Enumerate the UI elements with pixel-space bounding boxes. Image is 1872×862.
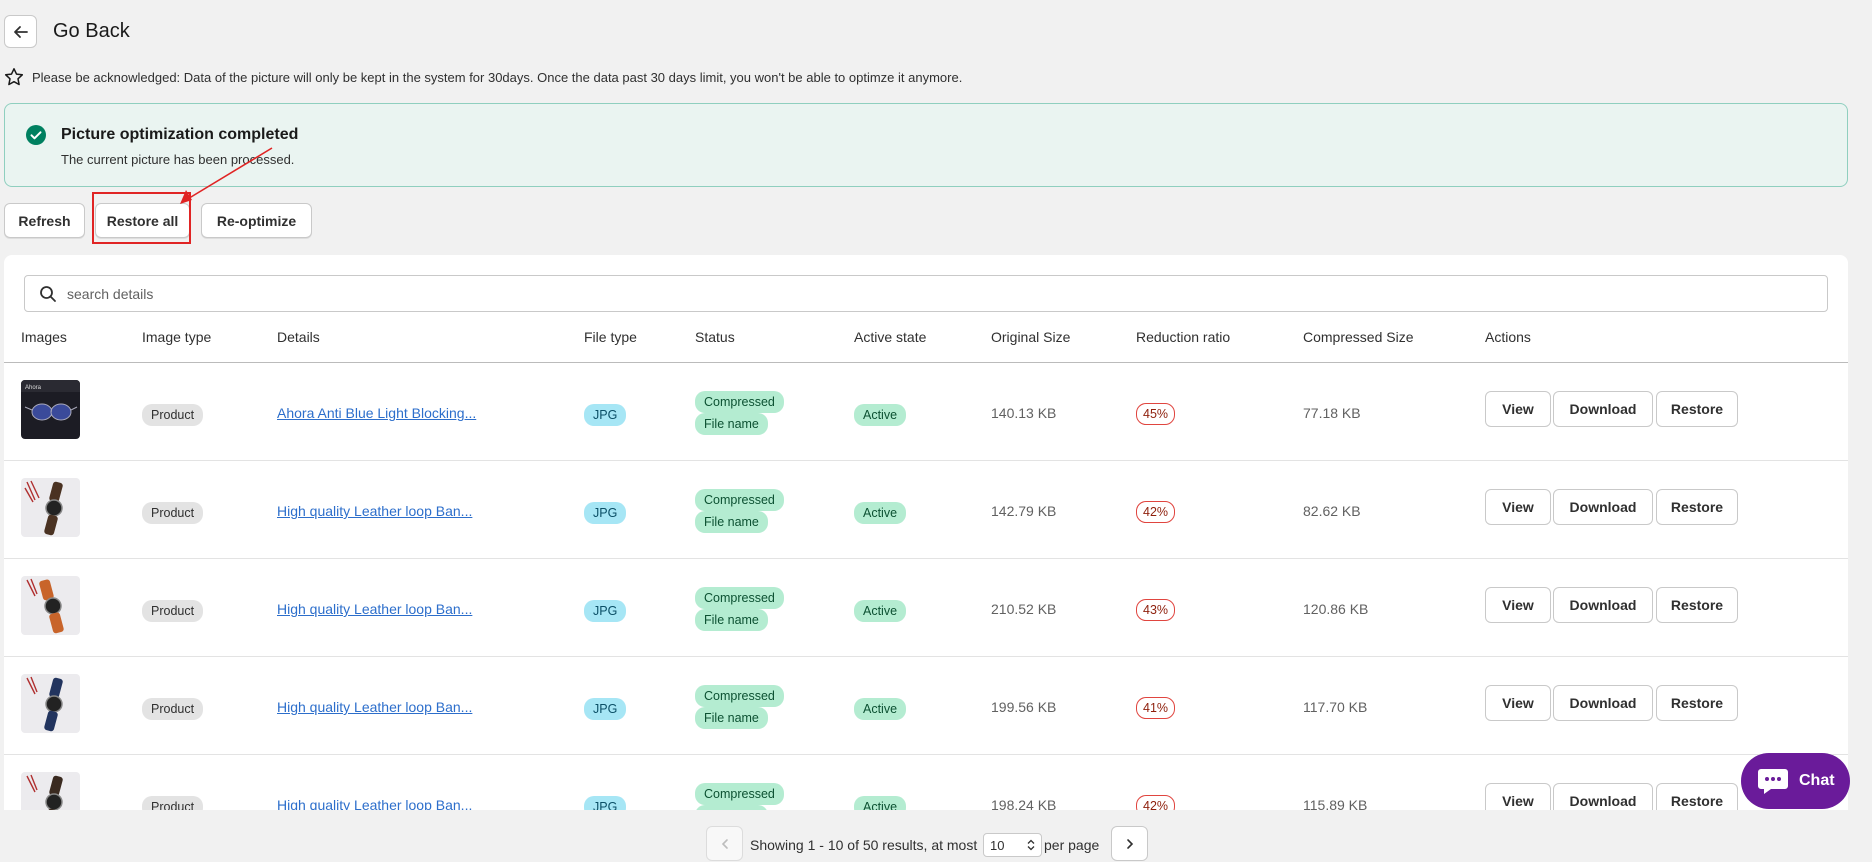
refresh-button[interactable]: Refresh [4, 203, 85, 238]
active-state-badge: Active [854, 698, 907, 720]
table-row: Ahora Product Ahora Anti Blue Light Blocki… [4, 363, 1848, 461]
chevron-right-icon [1126, 838, 1133, 849]
svg-text:Ahora: Ahora [25, 385, 42, 391]
col-header-compressed-size: Compressed Size [1303, 329, 1414, 345]
compressed-size: 82.62 KB [1303, 503, 1361, 519]
file-type-badge: JPG [584, 502, 627, 524]
col-header-details: Details [277, 329, 320, 345]
file-type-badge: JPG [584, 404, 627, 426]
details-link[interactable]: High quality Leather loop Ban... [277, 503, 472, 519]
star-icon[interactable] [4, 67, 24, 87]
download-button[interactable]: Download [1553, 685, 1653, 721]
reduction-ratio-badge: 43% [1136, 599, 1176, 621]
chevron-left-icon [721, 838, 728, 849]
pagination: Showing 1 - 10 of 50 results, at most 10… [4, 810, 1848, 862]
status-badge: Compressed [695, 587, 784, 609]
col-header-file-type: File type [584, 329, 637, 345]
status-badge: File name [695, 707, 768, 729]
annotation-arrow-icon [180, 147, 273, 204]
table-row: Product High quality Leather loop Ban... J… [4, 461, 1848, 559]
per-page-value: 10 [990, 837, 1005, 853]
pagination-summary: Showing 1 - 10 of 50 results, at most [750, 837, 978, 853]
search-icon [40, 285, 56, 302]
chat-bubble-icon [1758, 769, 1788, 794]
prev-page-button[interactable] [706, 826, 743, 861]
next-page-button[interactable] [1111, 826, 1148, 861]
search-placeholder: search details [67, 285, 154, 302]
image-type-badge: Product [142, 600, 204, 622]
restore-button[interactable]: Restore [1656, 489, 1738, 525]
status-badge: File name [695, 511, 768, 533]
reduction-ratio-badge: 42% [1136, 501, 1176, 523]
col-header-images: Images [21, 329, 67, 345]
product-thumbnail[interactable]: Ahora [21, 380, 80, 439]
original-size: 142.79 KB [991, 503, 1057, 519]
col-header-actions: Actions [1485, 329, 1531, 345]
file-type-badge: JPG [584, 698, 627, 720]
active-state-badge: Active [854, 600, 907, 622]
status-badge: Compressed [695, 783, 784, 805]
success-banner: Picture optimization completed The curre… [4, 103, 1848, 187]
reduction-ratio-badge: 41% [1136, 697, 1176, 719]
page-title: Go Back [53, 20, 130, 42]
status-badge: Compressed [695, 685, 784, 707]
arrow-left-icon [13, 25, 28, 38]
download-button[interactable]: Download [1553, 489, 1653, 525]
chat-label: Chat [1799, 772, 1835, 789]
compressed-size: 120.86 KB [1303, 601, 1369, 617]
product-thumbnail[interactable] [21, 674, 80, 733]
status-badge: File name [695, 609, 768, 631]
view-button[interactable]: View [1485, 489, 1551, 525]
col-header-active-state: Active state [854, 329, 927, 345]
download-button[interactable]: Download [1553, 587, 1653, 623]
select-arrows-icon [1027, 839, 1035, 851]
product-thumbnail[interactable] [21, 576, 80, 635]
details-link[interactable]: High quality Leather loop Ban... [277, 699, 472, 715]
product-thumbnail[interactable] [21, 478, 80, 537]
status-badge: Compressed [695, 391, 784, 413]
compressed-size: 77.18 KB [1303, 405, 1361, 421]
page-header: Go Back [4, 15, 130, 48]
image-type-badge: Product [142, 698, 204, 720]
original-size: 210.52 KB [991, 601, 1057, 617]
restore-button[interactable]: Restore [1656, 587, 1738, 623]
status-badge: File name [695, 413, 768, 435]
per-page-select[interactable]: 10 [983, 833, 1042, 857]
per-page-suffix: per page [1044, 837, 1100, 853]
view-button[interactable]: View [1485, 685, 1551, 721]
table-row: Product High quality Leather loop Ban... J… [4, 559, 1848, 657]
col-header-status: Status [695, 329, 735, 345]
active-state-badge: Active [854, 404, 907, 426]
reduction-ratio-badge: 45% [1136, 403, 1176, 425]
original-size: 199.56 KB [991, 699, 1057, 715]
chat-button[interactable]: Chat [1741, 753, 1850, 809]
image-type-badge: Product [142, 502, 204, 524]
table-row: Product High quality Leather loop Ban... J… [4, 657, 1848, 755]
view-button[interactable]: View [1485, 391, 1551, 427]
view-button[interactable]: View [1485, 587, 1551, 623]
download-button[interactable]: Download [1553, 391, 1653, 427]
restore-button[interactable]: Restore [1656, 391, 1738, 427]
restore-button[interactable]: Restore [1656, 685, 1738, 721]
file-type-badge: JPG [584, 600, 627, 622]
active-state-badge: Active [854, 502, 907, 524]
retention-notice: Please be acknowledged: Data of the pict… [4, 67, 962, 87]
check-circle-icon [26, 125, 46, 145]
col-header-original-size: Original Size [991, 329, 1071, 345]
details-link[interactable]: High quality Leather loop Ban... [277, 601, 472, 617]
image-type-badge: Product [142, 404, 204, 426]
compressed-size: 117.70 KB [1303, 699, 1368, 715]
original-size: 140.13 KB [991, 405, 1057, 421]
notice-text: Please be acknowledged: Data of the pict… [32, 69, 963, 85]
search-input[interactable]: search details [24, 275, 1828, 312]
back-button[interactable] [4, 15, 37, 48]
status-badge: Compressed [695, 489, 784, 511]
images-table-card: search details Images Image type Details… [4, 255, 1848, 862]
col-header-image-type: Image type [142, 329, 212, 345]
details-link[interactable]: Ahora Anti Blue Light Blocking... [277, 405, 476, 421]
col-header-reduction-ratio: Reduction ratio [1136, 329, 1231, 345]
